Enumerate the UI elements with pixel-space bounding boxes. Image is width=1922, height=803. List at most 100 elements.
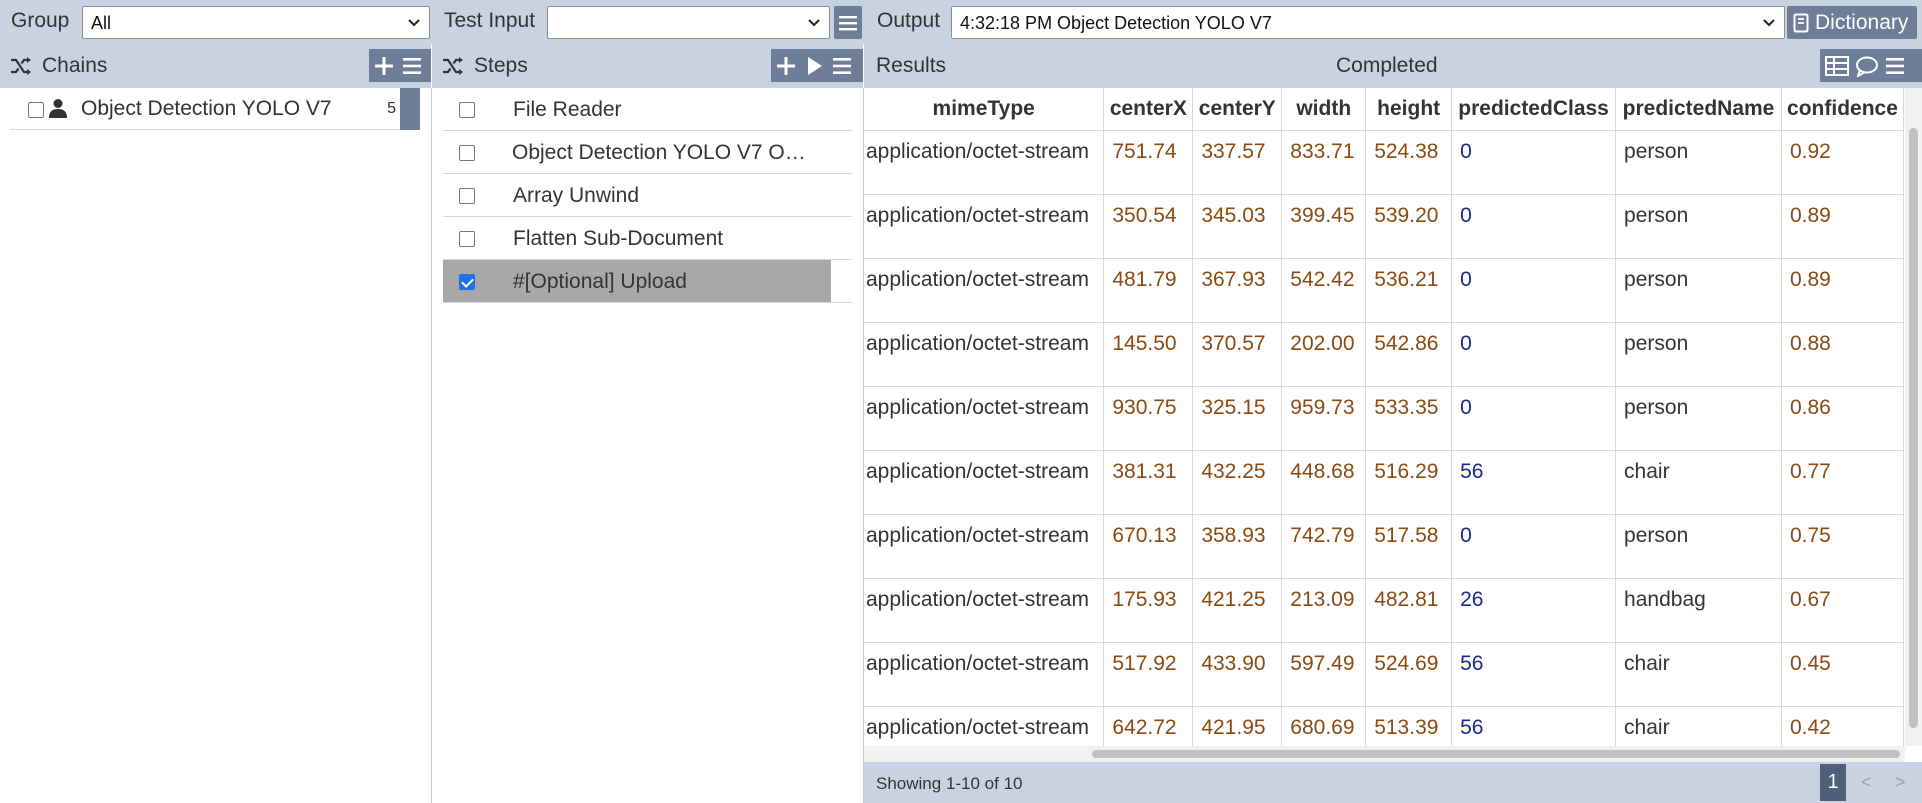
- table-cell-predictedclass: 56: [1451, 642, 1617, 707]
- table-row[interactable]: application/octet-stream 350.54 345.03 399.…: [864, 194, 1904, 259]
- step-checkbox[interactable]: [459, 231, 475, 247]
- user-icon: [49, 99, 67, 118]
- column-header-width[interactable]: width: [1281, 88, 1367, 131]
- table-cell-confidence: 0.45: [1781, 642, 1904, 707]
- table-cell-predictedname: handbag: [1615, 578, 1782, 643]
- page-current[interactable]: 1: [1820, 764, 1846, 801]
- table-cell-centery: 432.25: [1192, 450, 1283, 515]
- table-cell-width: 542.42: [1281, 258, 1367, 323]
- step-name: Flatten Sub-Document: [513, 227, 724, 250]
- page-next-button[interactable]: >: [1895, 772, 1906, 793]
- showing-count: Showing 1-10 of 10: [876, 774, 1023, 793]
- step-item[interactable]: Object Detection YOLO V7 O…: [443, 131, 852, 174]
- column-header-centerx[interactable]: centerX: [1103, 88, 1194, 131]
- menu-icon[interactable]: [1884, 56, 1906, 76]
- step-checkbox[interactable]: [459, 145, 475, 161]
- table-cell-confidence: 0.88: [1781, 322, 1904, 387]
- test-input-select[interactable]: [547, 6, 830, 39]
- table-cell-mimetype: application/octet-stream: [864, 514, 1105, 579]
- table-cell-width: 833.71: [1281, 130, 1367, 195]
- table-cell-confidence: 0.42: [1781, 706, 1904, 746]
- menu-icon[interactable]: [831, 56, 853, 76]
- table-cell-width: 448.68: [1281, 450, 1367, 515]
- table-cell-centerx: 670.13: [1103, 514, 1194, 579]
- group-select[interactable]: All: [82, 6, 430, 39]
- table-cell-width: 202.00: [1281, 322, 1367, 387]
- step-item[interactable]: File Reader: [443, 88, 852, 131]
- chain-item[interactable]: Object Detection YOLO V7 5: [10, 88, 420, 130]
- chain-selected-indicator: [400, 88, 420, 130]
- table-cell-predictedclass: 0: [1451, 514, 1617, 579]
- table-cell-centerx: 175.93: [1103, 578, 1194, 643]
- dictionary-button[interactable]: Dictionary: [1787, 6, 1917, 39]
- column-header-confidence[interactable]: confidence: [1781, 88, 1904, 131]
- results-grid: mimeType centerX centerY width height pr…: [864, 88, 1904, 746]
- table-cell-mimetype: application/octet-stream: [864, 450, 1105, 515]
- table-cell-height: 482.81: [1365, 578, 1453, 643]
- table-cell-mimetype: application/octet-stream: [864, 322, 1105, 387]
- table-header-row: mimeType centerX centerY width height pr…: [864, 88, 1904, 131]
- table-row[interactable]: application/octet-stream 517.92 433.90 597.…: [864, 642, 1904, 707]
- table-icon[interactable]: [1824, 55, 1850, 77]
- table-row[interactable]: application/octet-stream 381.31 432.25 448.…: [864, 450, 1904, 515]
- table-cell-height: 539.20: [1365, 194, 1453, 259]
- table-cell-predictedclass: 0: [1451, 386, 1617, 451]
- table-cell-centerx: 350.54: [1103, 194, 1194, 259]
- chain-name: Object Detection YOLO V7: [81, 97, 332, 120]
- table-cell-height: 517.58: [1365, 514, 1453, 579]
- table-cell-confidence: 0.89: [1781, 258, 1904, 323]
- column-header-centery[interactable]: centerY: [1192, 88, 1283, 131]
- vertical-scroll-thumb[interactable]: [1909, 128, 1918, 728]
- step-item-selected[interactable]: #[Optional] Upload: [443, 260, 852, 303]
- output-select[interactable]: 4:32:18 PM Object Detection YOLO V7: [951, 6, 1785, 39]
- plus-icon[interactable]: [775, 55, 797, 77]
- step-name: Object Detection YOLO V7 O…: [512, 141, 806, 164]
- step-item[interactable]: Array Unwind: [443, 174, 852, 217]
- chains-header: Chains: [0, 44, 431, 88]
- step-checkbox[interactable]: [459, 102, 475, 118]
- horizontal-scrollbar[interactable]: [864, 746, 1905, 762]
- step-checkbox[interactable]: [459, 188, 475, 204]
- table-cell-height: 524.38: [1365, 130, 1453, 195]
- table-cell-predictedname: person: [1615, 514, 1782, 579]
- table-cell-centery: 337.57: [1192, 130, 1283, 195]
- step-checkbox[interactable]: [459, 274, 475, 290]
- step-item[interactable]: Flatten Sub-Document: [443, 217, 852, 260]
- output-select-value: 4:32:18 PM Object Detection YOLO V7: [960, 13, 1272, 33]
- comment-icon[interactable]: [1854, 55, 1880, 77]
- play-icon[interactable]: [803, 55, 825, 77]
- column-header-mimetype[interactable]: mimeType: [864, 88, 1105, 131]
- horizontal-scroll-thumb[interactable]: [1092, 750, 1900, 758]
- table-cell-predictedname: chair: [1615, 450, 1782, 515]
- table-cell-centerx: 381.31: [1103, 450, 1194, 515]
- vertical-scrollbar[interactable]: [1905, 88, 1922, 746]
- results-footer: Showing 1-10 of 10 1 < >: [864, 762, 1922, 803]
- table-row[interactable]: application/octet-stream 670.13 358.93 742.…: [864, 514, 1904, 579]
- column-header-height[interactable]: height: [1365, 88, 1453, 131]
- table-cell-centery: 433.90: [1192, 642, 1283, 707]
- table-row[interactable]: application/octet-stream 145.50 370.57 202.…: [864, 322, 1904, 387]
- column-header-predictedclass[interactable]: predictedClass: [1451, 88, 1617, 131]
- table-cell-mimetype: application/octet-stream: [864, 578, 1105, 643]
- table-cell-height: 533.35: [1365, 386, 1453, 451]
- table-row[interactable]: application/octet-stream 930.75 325.15 959.…: [864, 386, 1904, 451]
- menu-icon: [839, 15, 857, 30]
- table-row[interactable]: application/octet-stream 481.79 367.93 542.…: [864, 258, 1904, 323]
- column-header-predictedname[interactable]: predictedName: [1615, 88, 1782, 131]
- table-cell-predictedname: person: [1615, 386, 1782, 451]
- table-cell-predictedname: person: [1615, 130, 1782, 195]
- panel-divider[interactable]: [431, 88, 432, 803]
- menu-icon[interactable]: [401, 56, 423, 76]
- table-row[interactable]: application/octet-stream 175.93 421.25 213.…: [864, 578, 1904, 643]
- results-status: Completed: [1336, 54, 1438, 77]
- table-cell-height: 513.39: [1365, 706, 1453, 746]
- test-input-menu-button[interactable]: [834, 6, 862, 39]
- page-prev-button[interactable]: <: [1861, 772, 1872, 793]
- table-cell-predictedname: chair: [1615, 642, 1782, 707]
- chain-checkbox[interactable]: [28, 102, 44, 118]
- table-row[interactable]: application/octet-stream 642.72 421.95 680.…: [864, 706, 1904, 746]
- dictionary-label: Dictionary: [1815, 10, 1909, 34]
- table-row[interactable]: application/octet-stream 751.74 337.57 833.…: [864, 130, 1904, 195]
- plus-icon[interactable]: [373, 55, 395, 77]
- table-cell-centerx: 930.75: [1103, 386, 1194, 451]
